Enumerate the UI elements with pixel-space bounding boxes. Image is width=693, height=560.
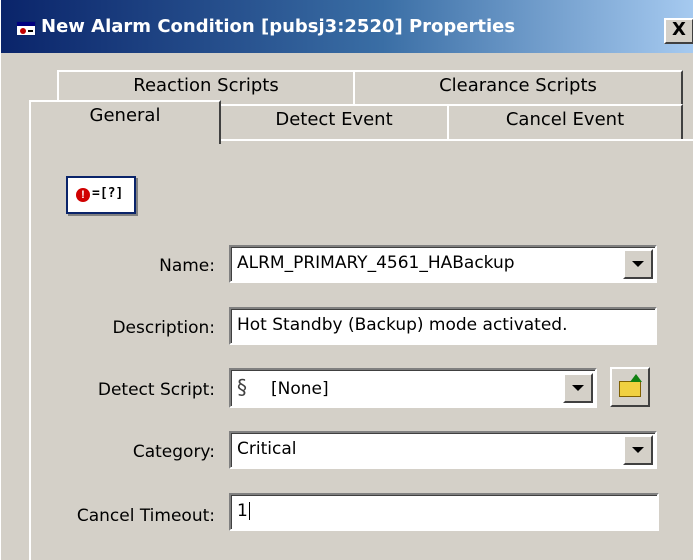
category-value: Critical	[237, 439, 297, 459]
name-value: ALRM_PRIMARY_4561_HABackup	[237, 253, 515, 273]
name-label: Name:	[159, 256, 215, 276]
browse-folder-icon	[619, 374, 642, 397]
properties-window: New Alarm Condition [pubsj3:2520] Proper…	[0, 0, 693, 560]
close-icon[interactable]: X	[664, 18, 693, 44]
category-combobox[interactable]: Critical	[229, 431, 657, 469]
tab-detect-event[interactable]: Detect Event	[219, 104, 449, 140]
app-alarm-icon	[16, 21, 36, 36]
alarm-condition-icon: ! =[?]	[66, 176, 136, 214]
browse-script-button[interactable]	[610, 367, 650, 407]
category-dropdown-button[interactable]	[623, 435, 653, 465]
tab-general[interactable]: General	[29, 100, 221, 144]
description-label: Description:	[112, 318, 215, 338]
cancel-timeout-input[interactable]: 1	[229, 493, 659, 531]
detect-script-dropdown-button[interactable]	[563, 373, 593, 403]
tab-reaction-scripts[interactable]: Reaction Scripts	[57, 70, 355, 104]
chevron-down-icon	[632, 447, 644, 453]
name-dropdown-button[interactable]	[623, 249, 653, 279]
description-input[interactable]: Hot Standby (Backup) mode activated.	[229, 307, 657, 345]
cancel-timeout-value: 1	[237, 501, 248, 521]
window-title: New Alarm Condition [pubsj3:2520] Proper…	[41, 16, 516, 37]
name-combobox[interactable]: ALRM_PRIMARY_4561_HABackup	[229, 245, 657, 283]
tab-cancel-event[interactable]: Cancel Event	[447, 104, 683, 140]
category-label: Category:	[132, 442, 215, 462]
description-value: Hot Standby (Backup) mode activated.	[237, 315, 568, 335]
text-caret	[248, 502, 250, 520]
cancel-timeout-label: Cancel Timeout:	[76, 506, 215, 526]
detect-script-value: [None]	[271, 379, 329, 399]
detect-script-label: Detect Script:	[97, 380, 215, 400]
detect-script-combobox[interactable]: § [None]	[229, 368, 597, 408]
chevron-down-icon	[572, 385, 584, 391]
script-icon: §	[237, 375, 247, 399]
tab-clearance-scripts[interactable]: Clearance Scripts	[353, 70, 683, 104]
title-bar[interactable]: New Alarm Condition [pubsj3:2520] Proper…	[1, 0, 693, 54]
chevron-down-icon	[632, 261, 644, 267]
